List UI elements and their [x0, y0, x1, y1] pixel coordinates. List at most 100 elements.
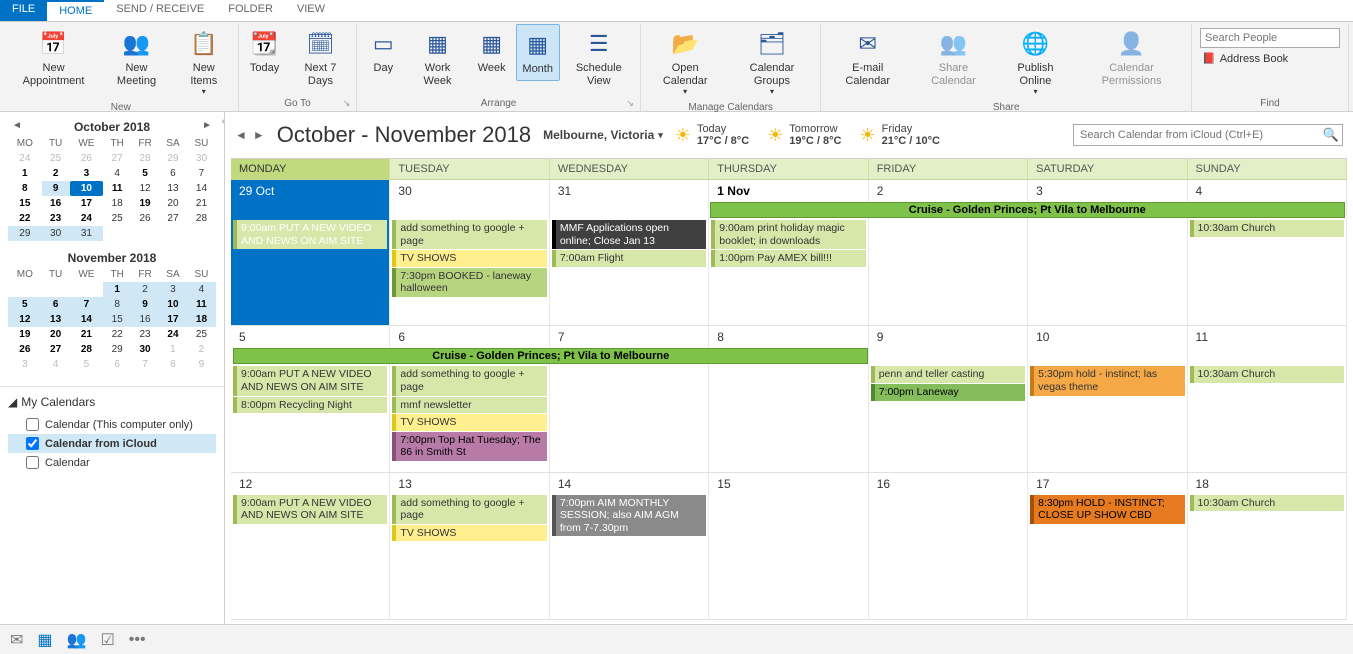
- tab-send-receive[interactable]: SEND / RECEIVE: [104, 0, 216, 21]
- date-cell[interactable]: [8, 282, 42, 297]
- day-cell[interactable]: 15: [709, 473, 868, 619]
- date-cell[interactable]: 3: [8, 357, 42, 372]
- search-calendar-input[interactable]: [1073, 124, 1343, 146]
- date-cell[interactable]: 27: [42, 342, 70, 357]
- date-cell[interactable]: 7: [187, 166, 216, 181]
- next-month-icon[interactable]: ►: [202, 120, 212, 131]
- search-people-input[interactable]: [1200, 28, 1340, 48]
- date-cell[interactable]: 8: [103, 297, 131, 312]
- date-cell[interactable]: 4: [103, 166, 131, 181]
- date-cell[interactable]: 17: [70, 196, 104, 211]
- event-item[interactable]: TV SHOWS: [392, 414, 546, 431]
- date-cell[interactable]: 28: [187, 211, 216, 226]
- date-cell[interactable]: 2: [42, 166, 70, 181]
- event-item[interactable]: 10:30am Church: [1190, 366, 1344, 383]
- date-cell[interactable]: [42, 282, 70, 297]
- date-cell[interactable]: 13: [159, 181, 187, 196]
- date-cell[interactable]: 22: [103, 327, 131, 342]
- date-cell[interactable]: 12: [131, 181, 159, 196]
- date-cell[interactable]: 18: [103, 196, 131, 211]
- day-view-button[interactable]: ▭Day: [361, 24, 405, 79]
- date-cell[interactable]: 15: [103, 312, 131, 327]
- tasks-nav-icon[interactable]: ☑: [100, 630, 114, 650]
- date-cell[interactable]: 3: [70, 166, 104, 181]
- event-item[interactable]: add something to google + page: [392, 495, 546, 524]
- date-cell[interactable]: 25: [103, 211, 131, 226]
- event-item[interactable]: add something to google + page: [392, 366, 546, 395]
- event-item[interactable]: TV SHOWS: [392, 525, 546, 542]
- event-item[interactable]: 10:30am Church: [1190, 495, 1344, 512]
- date-cell[interactable]: 9: [187, 357, 216, 372]
- calendar-checkbox[interactable]: [26, 418, 39, 431]
- people-nav-icon[interactable]: 👥: [67, 630, 87, 650]
- week-view-button[interactable]: ▦Week: [470, 24, 514, 79]
- date-cell[interactable]: 10: [159, 297, 187, 312]
- event-item[interactable]: 9:00am PUT A NEW VIDEO AND NEWS ON AIM S…: [233, 220, 387, 249]
- event-item[interactable]: 8:00pm Recycling Night: [233, 397, 387, 414]
- date-cell[interactable]: 11: [187, 297, 216, 312]
- weather-day[interactable]: ☀Today17°C / 8°C: [675, 123, 749, 147]
- date-cell[interactable]: 1: [103, 282, 131, 297]
- day-cell[interactable]: 129:00am PUT A NEW VIDEO AND NEWS ON AIM…: [231, 473, 390, 619]
- date-cell[interactable]: 23: [131, 327, 159, 342]
- new-meeting-button[interactable]: 👥New Meeting: [101, 24, 172, 91]
- event-item[interactable]: 7:00pm Top Hat Tuesday; The 86 in Smith …: [392, 432, 546, 461]
- date-cell[interactable]: 29: [8, 226, 42, 241]
- more-nav-icon[interactable]: •••: [129, 631, 146, 649]
- date-cell[interactable]: 12: [8, 312, 42, 327]
- date-cell[interactable]: 5: [70, 357, 104, 372]
- date-cell[interactable]: 7: [131, 357, 159, 372]
- date-cell[interactable]: 9: [42, 181, 70, 196]
- date-cell[interactable]: 25: [42, 151, 70, 166]
- date-cell[interactable]: 15: [8, 196, 42, 211]
- date-cell[interactable]: 27: [159, 211, 187, 226]
- mail-nav-icon[interactable]: ✉: [10, 630, 23, 650]
- date-cell[interactable]: 22: [8, 211, 42, 226]
- date-cell[interactable]: 20: [159, 196, 187, 211]
- next7-button[interactable]: 🗓Next 7 Days: [289, 24, 353, 91]
- date-cell[interactable]: 4: [187, 282, 216, 297]
- date-cell[interactable]: 5: [8, 297, 42, 312]
- tab-file[interactable]: FILE: [0, 0, 47, 21]
- date-cell[interactable]: 14: [187, 181, 216, 196]
- open-calendar-button[interactable]: 📂Open Calendar▾: [645, 24, 726, 100]
- tab-home[interactable]: HOME: [47, 0, 104, 21]
- date-cell[interactable]: 31: [70, 226, 104, 241]
- date-cell[interactable]: 28: [131, 151, 159, 166]
- my-calendars-toggle[interactable]: ◢My Calendars: [8, 395, 216, 409]
- email-calendar-button[interactable]: ✉E-mail Calendar: [825, 24, 910, 91]
- date-cell[interactable]: 6: [42, 297, 70, 312]
- event-item[interactable]: 10:30am Church: [1190, 220, 1344, 237]
- date-cell[interactable]: 30: [131, 342, 159, 357]
- date-cell[interactable]: [131, 226, 159, 241]
- date-cell[interactable]: 4: [42, 357, 70, 372]
- calendar-item[interactable]: Calendar: [8, 453, 216, 472]
- today-button[interactable]: 📆Today: [243, 24, 287, 79]
- tab-view[interactable]: VIEW: [285, 0, 337, 21]
- day-cell[interactable]: 16: [869, 473, 1028, 619]
- search-icon[interactable]: 🔍: [1323, 127, 1339, 143]
- event-item[interactable]: MMF Applications open online; Close Jan …: [552, 220, 706, 249]
- date-cell[interactable]: 24: [8, 151, 42, 166]
- date-cell[interactable]: [70, 282, 104, 297]
- prev-month-icon[interactable]: ◄: [12, 120, 22, 131]
- calendar-checkbox[interactable]: [26, 456, 39, 469]
- event-item[interactable]: TV SHOWS: [392, 250, 546, 267]
- date-cell[interactable]: 16: [131, 312, 159, 327]
- date-cell[interactable]: 24: [159, 327, 187, 342]
- date-cell[interactable]: 21: [187, 196, 216, 211]
- new-items-button[interactable]: 📋New Items▾: [174, 24, 234, 100]
- spanning-event[interactable]: Cruise - Golden Princes; Pt Vila to Melb…: [710, 202, 1345, 218]
- date-cell[interactable]: 21: [70, 327, 104, 342]
- date-cell[interactable]: 27: [103, 151, 131, 166]
- date-cell[interactable]: 3: [159, 282, 187, 297]
- date-cell[interactable]: 1: [159, 342, 187, 357]
- date-cell[interactable]: 9: [131, 297, 159, 312]
- weather-day[interactable]: ☀Friday21°C / 10°C: [860, 123, 940, 147]
- calendar-nav-icon[interactable]: ▦: [37, 630, 52, 650]
- date-cell[interactable]: 17: [159, 312, 187, 327]
- event-item[interactable]: 7:30pm BOOKED - laneway halloween: [392, 268, 546, 297]
- date-cell[interactable]: 10: [70, 181, 104, 196]
- tab-folder[interactable]: FOLDER: [216, 0, 285, 21]
- spanning-event[interactable]: Cruise - Golden Princes; Pt Vila to Melb…: [233, 348, 868, 364]
